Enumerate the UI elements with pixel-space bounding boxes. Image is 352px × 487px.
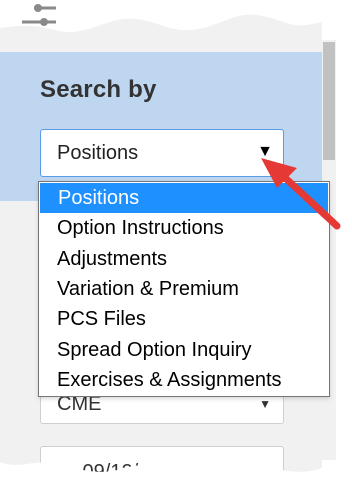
screenshot-stage: Search by Positions ▼ CME ▼ … 09/12/… Po…	[0, 0, 352, 487]
dropdown-option[interactable]: PCS Files	[39, 304, 329, 334]
search-by-select-value: Positions	[57, 142, 139, 164]
bottom-torn-edge	[0, 462, 352, 487]
chevron-down-icon: ▼	[259, 397, 271, 411]
red-arrow-icon	[261, 158, 341, 230]
dropdown-option[interactable]: Exercises & Assignments	[39, 365, 329, 395]
dropdown-option[interactable]: Variation & Premium	[39, 274, 329, 304]
search-by-select[interactable]: Positions ▼	[40, 129, 284, 177]
search-by-heading: Search by	[40, 76, 157, 103]
dropdown-option[interactable]: Spread Option Inquiry	[39, 335, 329, 365]
dropdown-option[interactable]: Adjustments	[39, 244, 329, 274]
scrollbar-thumb[interactable]	[323, 42, 335, 160]
sliders-icon[interactable]	[10, 2, 60, 28]
